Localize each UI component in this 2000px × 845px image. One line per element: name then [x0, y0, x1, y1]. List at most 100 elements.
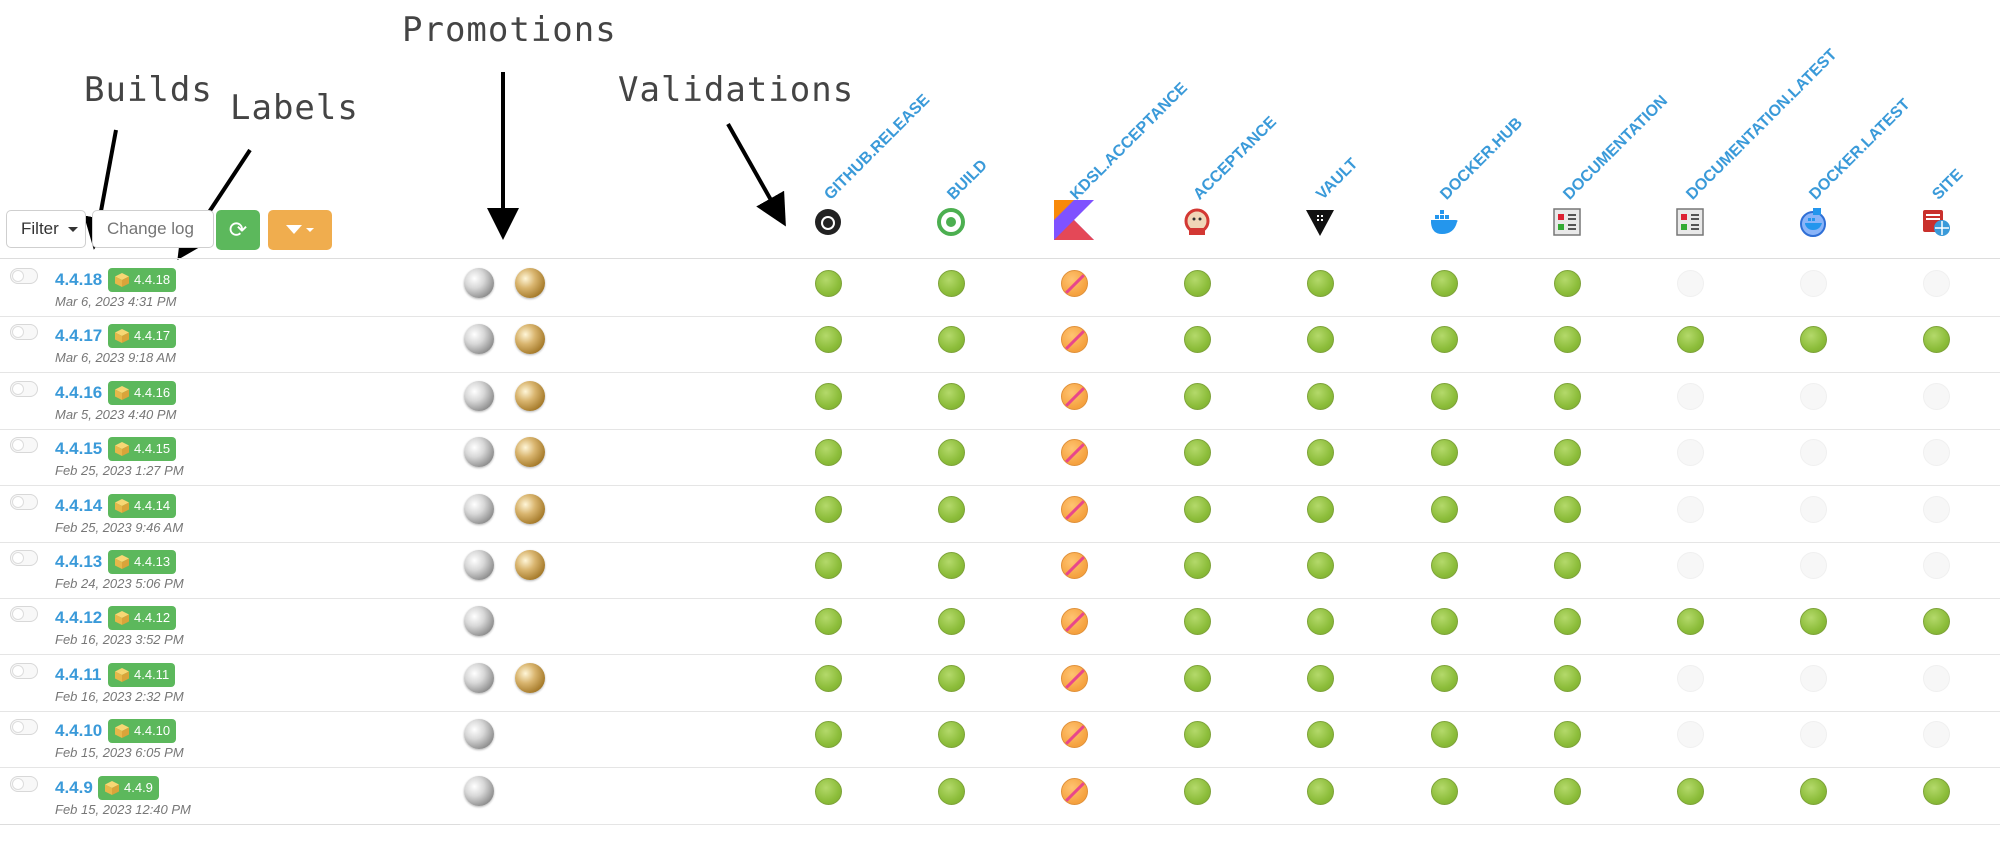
validation-status-passed[interactable]	[1554, 326, 1581, 354]
validation-status-passed[interactable]	[938, 664, 965, 692]
validation-status-passed[interactable]	[1184, 495, 1211, 523]
validation-status-passed[interactable]	[815, 664, 842, 692]
validation-status-passed[interactable]	[1554, 439, 1581, 467]
validation-status-passed[interactable]	[1307, 495, 1334, 523]
validation-status-passed[interactable]	[1431, 552, 1458, 579]
build-label-badge[interactable]: 4.4.11	[108, 662, 176, 687]
validation-status-passed[interactable]	[1431, 664, 1458, 692]
build-link[interactable]: 4.4.15	[55, 439, 102, 459]
build-select-toggle[interactable]	[10, 719, 38, 736]
validation-status-passed[interactable]	[1307, 270, 1334, 297]
validation-status-passed[interactable]	[1184, 382, 1211, 410]
build-label-badge[interactable]: 4.4.9	[98, 775, 159, 800]
validation-status-passed[interactable]	[1554, 777, 1581, 805]
build-select-toggle[interactable]	[10, 775, 38, 792]
silver-promotion-icon[interactable]	[464, 719, 494, 750]
validation-status-passed[interactable]	[1307, 664, 1334, 692]
validation-status-warning[interactable]	[1061, 326, 1088, 354]
validation-status-warning[interactable]	[1061, 721, 1088, 749]
validation-status-warning[interactable]	[1061, 608, 1088, 636]
validation-status-warning[interactable]	[1061, 495, 1088, 523]
validation-status-passed[interactable]	[1431, 495, 1458, 523]
validation-status-passed[interactable]	[1677, 777, 1704, 805]
silver-promotion-icon[interactable]	[464, 550, 494, 580]
validation-status-passed[interactable]	[815, 777, 842, 805]
validation-status-passed[interactable]	[1923, 608, 1950, 636]
build-label-badge[interactable]: 4.4.12	[108, 606, 177, 631]
build-select-toggle[interactable]	[10, 380, 38, 397]
build-select-toggle[interactable]	[10, 268, 38, 284]
silver-promotion-icon[interactable]	[464, 606, 494, 637]
validation-status-passed[interactable]	[938, 270, 965, 297]
validation-status-passed[interactable]	[1431, 270, 1458, 297]
validation-status-passed[interactable]	[1307, 608, 1334, 636]
validation-status-passed[interactable]	[938, 326, 965, 354]
validation-status-warning[interactable]	[1061, 270, 1088, 297]
validation-status-passed[interactable]	[938, 721, 965, 749]
build-link[interactable]: 4.4.12	[55, 608, 102, 628]
build-link[interactable]: 4.4.14	[55, 496, 102, 516]
silver-promotion-icon[interactable]	[464, 324, 494, 355]
gold-promotion-icon[interactable]	[515, 550, 545, 580]
build-link[interactable]: 4.4.13	[55, 552, 102, 572]
validation-status-passed[interactable]	[1677, 326, 1704, 354]
validation-status-passed[interactable]	[1800, 777, 1827, 805]
build-link[interactable]: 4.4.18	[55, 270, 102, 290]
validation-status-passed[interactable]	[1431, 382, 1458, 410]
build-select-toggle[interactable]	[10, 606, 38, 623]
validation-status-passed[interactable]	[1184, 270, 1211, 297]
build-select-toggle[interactable]	[10, 324, 38, 341]
silver-promotion-icon[interactable]	[464, 268, 494, 298]
validation-status-passed[interactable]	[1307, 777, 1334, 805]
validation-status-passed[interactable]	[1184, 439, 1211, 467]
gold-promotion-icon[interactable]	[515, 324, 545, 355]
change-log-input[interactable]	[92, 210, 214, 248]
build-link[interactable]: 4.4.17	[55, 326, 102, 346]
validation-status-passed[interactable]	[815, 382, 842, 410]
validation-status-passed[interactable]	[938, 439, 965, 467]
gold-promotion-icon[interactable]	[515, 268, 545, 298]
build-label-badge[interactable]: 4.4.13	[108, 550, 177, 574]
silver-promotion-icon[interactable]	[464, 493, 494, 524]
validation-status-passed[interactable]	[938, 495, 965, 523]
validation-status-passed[interactable]	[1307, 382, 1334, 410]
gold-promotion-icon[interactable]	[515, 437, 545, 468]
validation-status-passed[interactable]	[938, 777, 965, 805]
validation-status-passed[interactable]	[1184, 326, 1211, 354]
validation-status-passed[interactable]	[1554, 495, 1581, 523]
build-link[interactable]: 4.4.9	[55, 778, 93, 798]
validation-status-passed[interactable]	[1307, 326, 1334, 354]
gold-promotion-icon[interactable]	[515, 662, 545, 693]
validation-status-warning[interactable]	[1061, 664, 1088, 692]
build-select-toggle[interactable]	[10, 493, 38, 510]
silver-promotion-icon[interactable]	[464, 437, 494, 468]
validation-status-passed[interactable]	[1923, 777, 1950, 805]
validation-status-passed[interactable]	[815, 326, 842, 354]
build-label-badge[interactable]: 4.4.16	[108, 380, 177, 405]
validation-status-passed[interactable]	[1554, 270, 1581, 297]
validation-status-passed[interactable]	[1554, 721, 1581, 749]
validation-status-warning[interactable]	[1061, 439, 1088, 467]
validation-status-passed[interactable]	[815, 270, 842, 297]
validation-status-passed[interactable]	[938, 552, 965, 579]
validation-status-passed[interactable]	[938, 382, 965, 410]
silver-promotion-icon[interactable]	[464, 662, 494, 693]
validation-status-passed[interactable]	[1800, 326, 1827, 354]
validation-status-passed[interactable]	[1184, 721, 1211, 749]
validation-status-passed[interactable]	[815, 608, 842, 636]
filter-menu-button[interactable]	[268, 210, 332, 250]
validation-status-passed[interactable]	[815, 439, 842, 467]
validation-status-passed[interactable]	[1554, 382, 1581, 410]
validation-status-passed[interactable]	[1431, 721, 1458, 749]
validation-status-passed[interactable]	[938, 608, 965, 636]
build-select-toggle[interactable]	[10, 437, 38, 454]
validation-status-passed[interactable]	[1307, 439, 1334, 467]
build-label-badge[interactable]: 4.4.17	[108, 324, 177, 349]
build-label-badge[interactable]: 4.4.18	[108, 268, 177, 292]
filter-dropdown-button[interactable]: Filter	[6, 210, 86, 248]
validation-status-passed[interactable]	[1677, 608, 1704, 636]
validation-status-passed[interactable]	[1184, 608, 1211, 636]
refresh-button[interactable]: ⟳	[216, 210, 260, 250]
validation-status-passed[interactable]	[1184, 552, 1211, 579]
silver-promotion-icon[interactable]	[464, 775, 494, 806]
